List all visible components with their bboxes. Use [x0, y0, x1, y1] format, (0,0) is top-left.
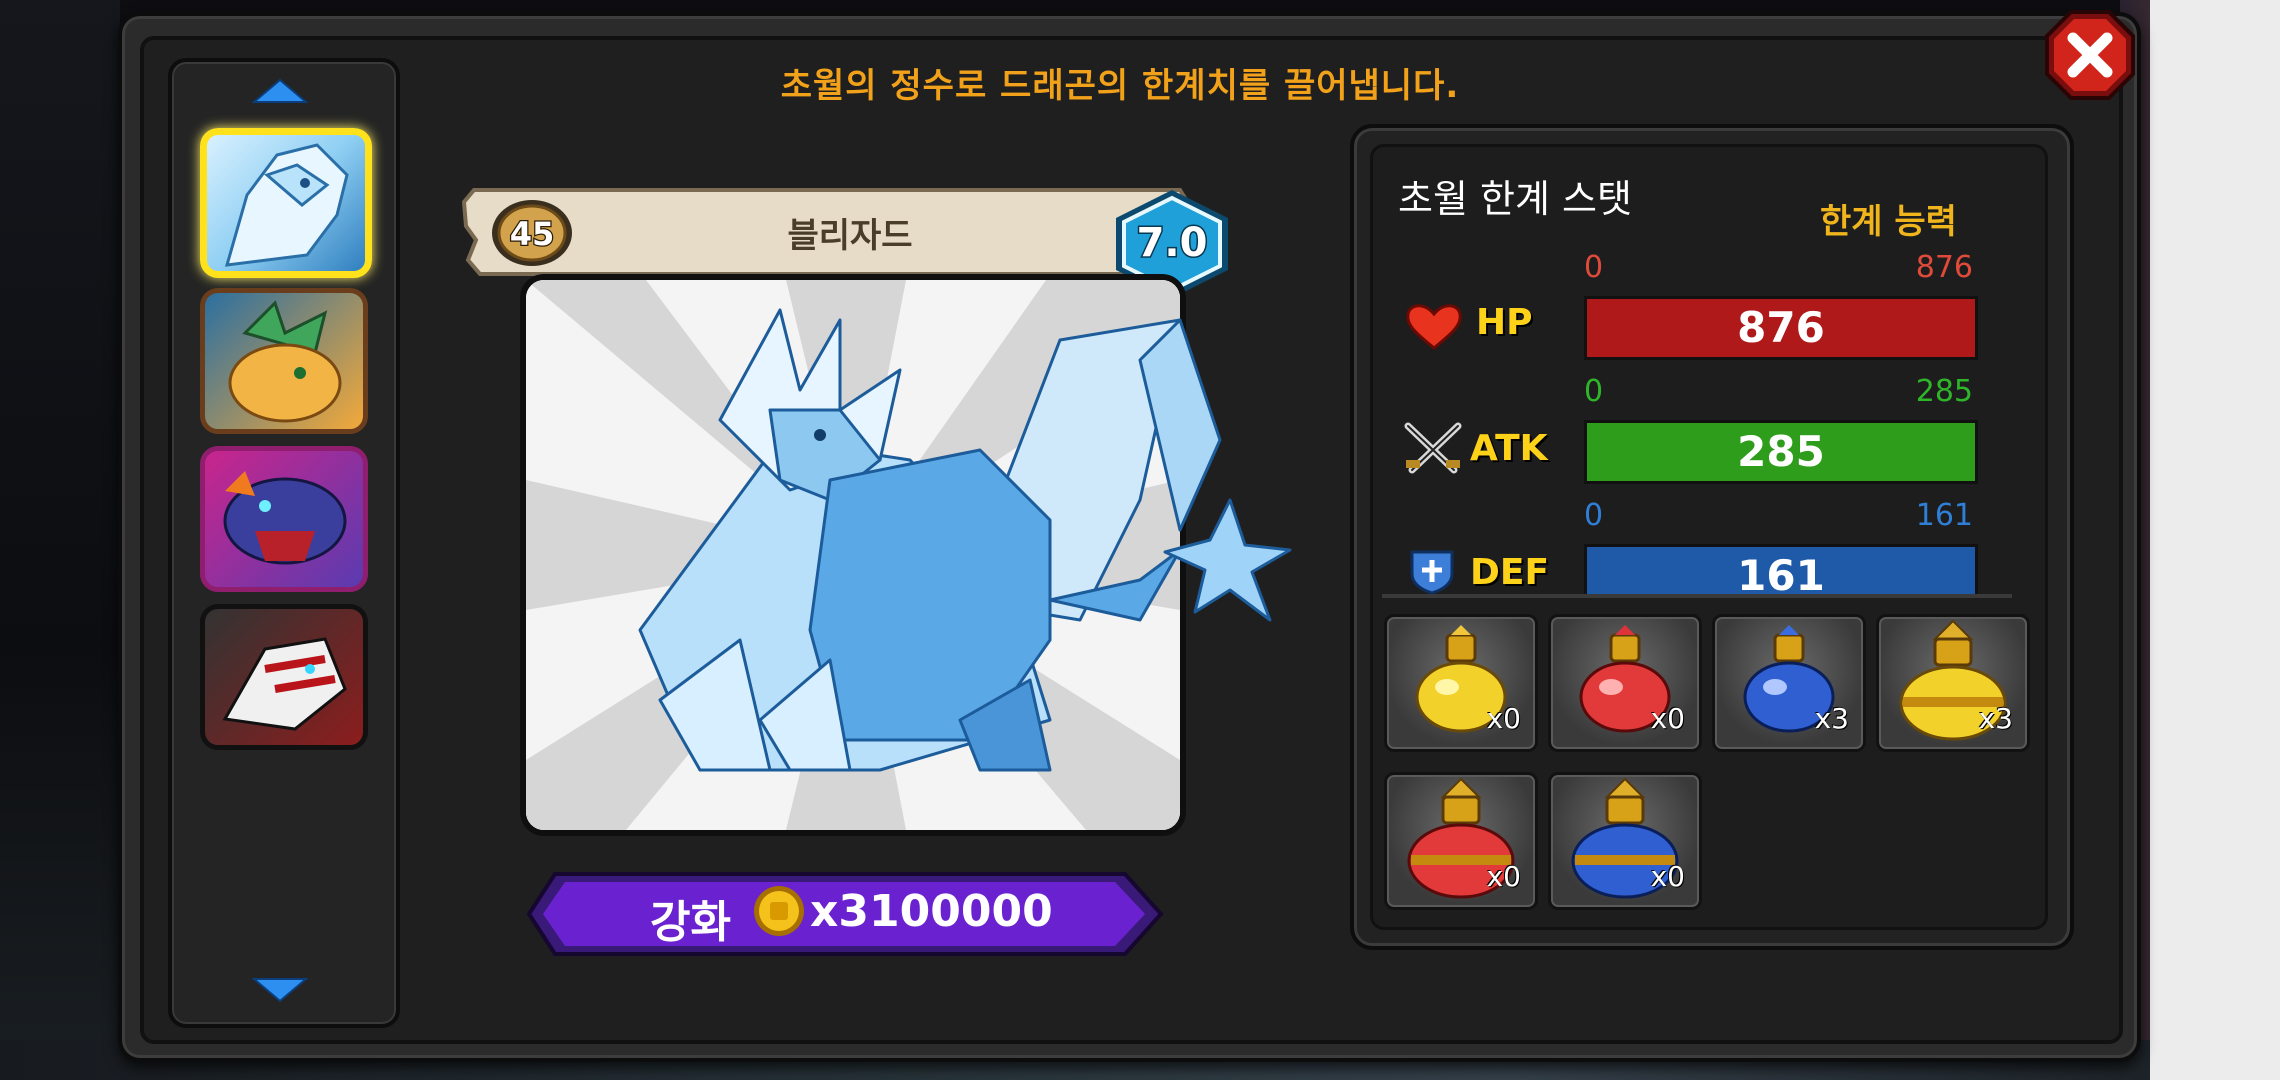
shield-icon: [1410, 550, 1454, 594]
item-slot-red-potion[interactable]: x0: [1548, 614, 1702, 752]
hp-bar: 876: [1584, 296, 1978, 360]
hp-min: 0: [1584, 250, 1604, 285]
white-red-dragon-icon: [222, 637, 347, 731]
dragon-list-item-leaf[interactable]: [200, 288, 368, 434]
item-count: x0: [1650, 860, 1685, 893]
item-slot-yellow-potion[interactable]: x0: [1384, 614, 1538, 752]
def-bar: 161: [1584, 544, 1978, 594]
dragon-level: 45: [510, 215, 555, 253]
hp-label: HP: [1476, 302, 1533, 343]
stats-divider: [1382, 594, 2012, 598]
dragon-list-item-white-red[interactable]: [200, 604, 368, 750]
scroll-down-arrow-icon[interactable]: [250, 975, 310, 1005]
gold-coin-icon: [754, 886, 804, 936]
dragon-list-item-ice[interactable]: [200, 128, 372, 278]
def-label: DEF: [1470, 552, 1550, 593]
ice-dragon-illustration: [638, 308, 1292, 772]
item-slot-blue-potion[interactable]: x3: [1712, 614, 1866, 752]
stats-title: 초월 한계 스탯: [1398, 177, 1632, 221]
atk-bar: 285: [1584, 420, 1978, 484]
leaf-dragon-icon: [228, 300, 342, 423]
atk-value: 285: [1737, 427, 1825, 476]
item-count: x3: [1814, 702, 1849, 735]
item-slot-large-yellow-potion[interactable]: x3: [1876, 614, 2030, 752]
def-bar-clip: 161: [1584, 544, 1978, 594]
item-count: x0: [1486, 860, 1521, 893]
atk-min: 0: [1584, 374, 1604, 409]
dragon-list-item-dark[interactable]: [200, 446, 368, 592]
background-right: [2150, 0, 2280, 1080]
enhance-button-label: 강화: [650, 897, 731, 948]
background-left: [0, 0, 120, 1080]
atk-max: 285: [1915, 374, 1973, 409]
scroll-up-arrow-icon[interactable]: [250, 76, 310, 106]
dark-dragon-icon: [223, 471, 347, 565]
item-count: x3: [1978, 702, 2013, 735]
dragon-name: 블리자드: [787, 216, 913, 256]
def-max: 161: [1915, 498, 1973, 533]
hp-max: 876: [1915, 250, 1973, 285]
dragon-grade: 7.0: [1137, 220, 1208, 266]
crossed-swords-icon: [1404, 422, 1462, 474]
level-badge: 45: [492, 200, 572, 266]
def-min: 0: [1584, 498, 1604, 533]
item-slot-large-blue-potion[interactable]: x0: [1548, 772, 1702, 910]
panel-subtitle: 초월의 정수로 드래곤의 한계치를 끌어냅니다.: [780, 66, 1460, 106]
close-button[interactable]: [2043, 8, 2137, 102]
heart-icon: [1406, 304, 1462, 350]
def-value: 161: [1737, 551, 1825, 594]
item-slot-large-red-potion[interactable]: x0: [1384, 772, 1538, 910]
atk-label: ATK: [1470, 428, 1548, 469]
item-count: x0: [1486, 702, 1521, 735]
limit-ability-label: 한계 능력: [1820, 202, 1957, 242]
ice-dragon-icon: [224, 143, 349, 267]
item-count: x0: [1650, 702, 1685, 735]
hp-value: 876: [1737, 303, 1825, 352]
enhance-cost: x3100000: [810, 886, 1053, 937]
